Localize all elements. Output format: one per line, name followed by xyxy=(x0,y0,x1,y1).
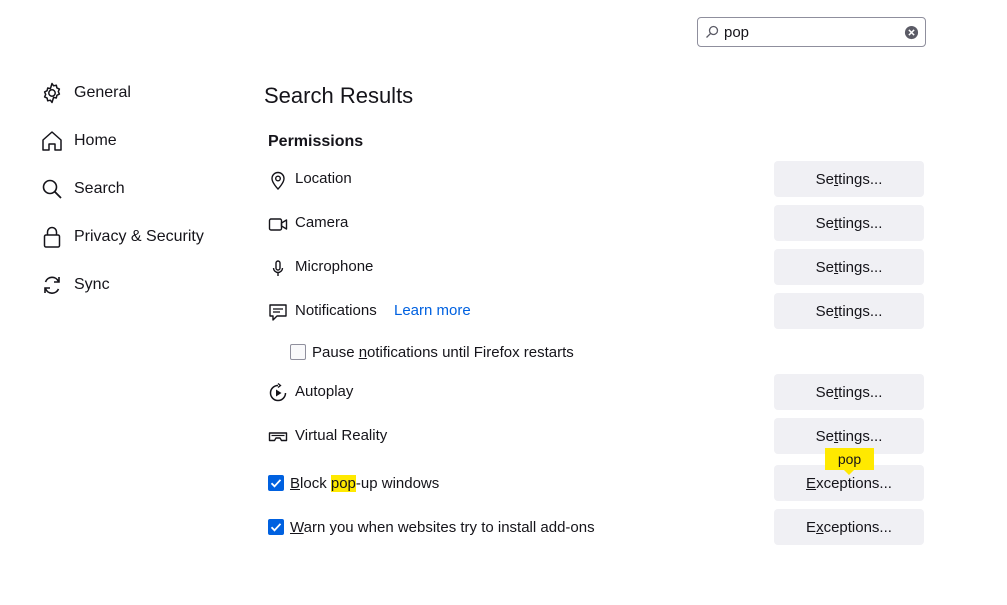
camera-icon xyxy=(268,218,288,231)
permission-label: Virtual Reality xyxy=(295,427,388,444)
notifications-settings-button[interactable]: Settings... xyxy=(774,293,924,329)
search-box[interactable] xyxy=(697,17,926,47)
search-input[interactable] xyxy=(724,22,894,42)
autoplay-icon xyxy=(269,383,287,402)
camera-settings-button[interactable]: Settings... xyxy=(774,205,924,241)
warn-addons-exceptions-button[interactable]: Exceptions... xyxy=(774,509,924,545)
sidebar-item-label: Home xyxy=(74,132,117,149)
block-popups-checkbox[interactable] xyxy=(268,475,284,491)
search-icon xyxy=(42,179,62,199)
autoplay-settings-button[interactable]: Settings... xyxy=(774,374,924,410)
microphone-icon xyxy=(272,260,284,276)
permission-label: Location xyxy=(295,170,352,187)
pause-notifications-label: Pause notifications until Firefox restar… xyxy=(312,344,574,361)
lock-icon xyxy=(43,226,61,248)
section-title-permissions: Permissions xyxy=(268,133,364,150)
sidebar-item-label: Sync xyxy=(74,276,110,293)
search-match-tooltip: pop xyxy=(825,448,874,475)
permission-label: Autoplay xyxy=(295,383,354,400)
permission-label: Microphone xyxy=(295,258,374,275)
sync-icon xyxy=(44,276,60,294)
block-popups-label: Block pop-up windows xyxy=(290,475,440,492)
search-icon xyxy=(706,25,719,38)
microphone-settings-button[interactable]: Settings... xyxy=(774,249,924,285)
permission-label: Notifications xyxy=(295,302,377,319)
permission-row-notifications: Notifications Learn more xyxy=(268,300,568,324)
warn-addons-checkbox[interactable] xyxy=(268,519,284,535)
location-pin-icon xyxy=(271,171,285,190)
notifications-icon xyxy=(269,304,287,321)
sidebar-item-label: Search xyxy=(74,180,125,197)
home-icon xyxy=(42,131,62,151)
warn-addons-label: Warn you when websites try to install ad… xyxy=(290,519,595,536)
learn-more-link[interactable]: Learn more xyxy=(394,302,471,319)
checkmark-icon xyxy=(270,523,282,532)
sidebar-item-label: General xyxy=(74,84,131,101)
pause-notifications-checkbox[interactable] xyxy=(290,344,306,360)
page-title: Search Results xyxy=(264,83,414,108)
permission-label: Camera xyxy=(295,214,349,231)
search-highlight: pop xyxy=(330,475,356,492)
gear-icon xyxy=(43,82,61,104)
vr-headset-icon xyxy=(268,432,288,442)
checkmark-icon xyxy=(270,479,282,488)
location-settings-button[interactable]: Settings... xyxy=(774,161,924,197)
sidebar-item-label: Privacy & Security xyxy=(74,228,204,245)
clear-icon[interactable] xyxy=(904,25,919,40)
